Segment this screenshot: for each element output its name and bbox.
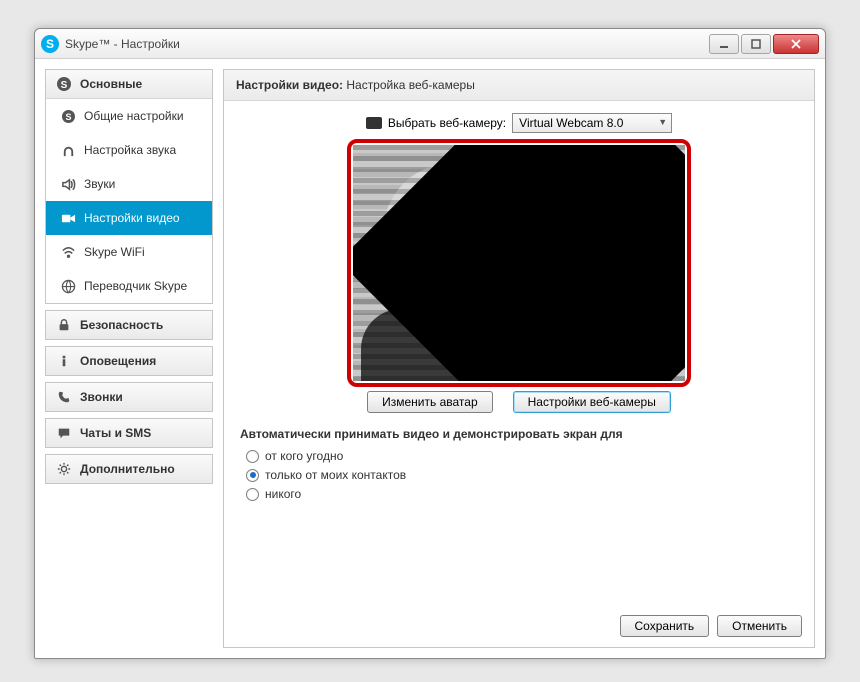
preview-buttons: Изменить аватар Настройки веб-камеры <box>240 391 798 413</box>
radio-contacts-only[interactable]: только от моих контактов <box>246 468 798 482</box>
radio-label: только от моих контактов <box>265 468 406 482</box>
gear-icon <box>56 461 72 477</box>
category-label: Безопасность <box>80 318 163 332</box>
speaker-icon <box>60 176 76 192</box>
minimize-button[interactable] <box>709 34 739 54</box>
change-avatar-button[interactable]: Изменить аватар <box>367 391 493 413</box>
radio-nobody[interactable]: никого <box>246 487 798 501</box>
sidebar: S Основные S Общие настройки Настройка з… <box>45 69 213 648</box>
auto-accept-label: Автоматически принимать видео и демонстр… <box>240 427 798 441</box>
sidebar-item-label: Skype WiFi <box>84 245 145 259</box>
headset-icon <box>60 142 76 158</box>
category-main-label: Основные <box>80 77 142 91</box>
svg-text:S: S <box>61 80 68 91</box>
skype-icon: S <box>56 76 72 92</box>
category-notifications-header[interactable]: Оповещения <box>46 347 212 375</box>
webcam-select[interactable]: Virtual Webcam 8.0 <box>512 113 672 133</box>
settings-window: S Skype™ - Настройки S Основные <box>34 28 826 659</box>
radio-anyone[interactable]: от кого угодно <box>246 449 798 463</box>
main-panel: Настройки видео: Настройка веб-камеры Вы… <box>223 69 815 648</box>
close-icon <box>791 39 801 49</box>
category-security: Безопасность <box>45 310 213 340</box>
category-advanced: Дополнительно <box>45 454 213 484</box>
info-icon <box>56 353 72 369</box>
sidebar-item-label: Переводчик Skype <box>84 279 187 293</box>
radio-icon <box>246 450 259 463</box>
webcam-preview <box>353 145 685 381</box>
skype-icon: S <box>41 35 59 53</box>
category-notifications: Оповещения <box>45 346 213 376</box>
svg-text:S: S <box>65 112 71 122</box>
webcam-select-value: Virtual Webcam 8.0 <box>519 116 623 130</box>
category-chats-header[interactable]: Чаты и SMS <box>46 419 212 447</box>
chat-icon <box>56 425 72 441</box>
category-label: Дополнительно <box>80 462 175 476</box>
camera-icon <box>60 210 76 226</box>
category-calls-header[interactable]: Звонки <box>46 383 212 411</box>
category-label: Чаты и SMS <box>80 426 151 440</box>
section-header: Настройки видео: Настройка веб-камеры <box>224 70 814 101</box>
save-button[interactable]: Сохранить <box>620 615 710 637</box>
webcam-preview-highlight <box>347 139 691 387</box>
footer-buttons: Сохранить Отменить <box>224 605 814 647</box>
webcam-select-row: Выбрать веб-камеру: Virtual Webcam 8.0 <box>240 113 798 133</box>
select-webcam-label: Выбрать веб-камеру: <box>388 116 506 130</box>
minimize-icon <box>719 39 729 49</box>
category-calls: Звонки <box>45 382 213 412</box>
wifi-icon <box>60 244 76 260</box>
category-chats: Чаты и SMS <box>45 418 213 448</box>
titlebar[interactable]: S Skype™ - Настройки <box>35 29 825 59</box>
sidebar-item-label: Общие настройки <box>84 109 184 123</box>
cancel-button[interactable]: Отменить <box>717 615 802 637</box>
category-label: Звонки <box>80 390 123 404</box>
camera-icon <box>366 117 382 129</box>
radio-icon <box>246 469 259 482</box>
category-advanced-header[interactable]: Дополнительно <box>46 455 212 483</box>
radio-label: никого <box>265 487 301 501</box>
sidebar-item-label: Настройки видео <box>84 211 180 225</box>
category-label: Оповещения <box>80 354 156 368</box>
section-title-bold: Настройки видео: <box>236 78 343 92</box>
radio-label: от кого угодно <box>265 449 343 463</box>
section-title-rest: Настройка веб-камеры <box>343 78 475 92</box>
sidebar-item-label: Настройка звука <box>84 143 176 157</box>
sidebar-item-sounds[interactable]: Звуки <box>46 167 212 201</box>
sidebar-item-audio[interactable]: Настройка звука <box>46 133 212 167</box>
radio-icon <box>246 488 259 501</box>
maximize-button[interactable] <box>741 34 771 54</box>
category-main-header[interactable]: S Основные <box>46 70 212 99</box>
phone-icon <box>56 389 72 405</box>
globe-icon <box>60 278 76 294</box>
maximize-icon <box>751 39 761 49</box>
close-button[interactable] <box>773 34 819 54</box>
window-title: Skype™ - Настройки <box>65 37 180 51</box>
sidebar-item-translator[interactable]: Переводчик Skype <box>46 269 212 303</box>
sidebar-item-wifi[interactable]: Skype WiFi <box>46 235 212 269</box>
sidebar-item-general[interactable]: S Общие настройки <box>46 99 212 133</box>
category-main: S Основные S Общие настройки Настройка з… <box>45 69 213 304</box>
content-area: S Основные S Общие настройки Настройка з… <box>35 59 825 658</box>
sidebar-item-label: Звуки <box>84 177 115 191</box>
category-security-header[interactable]: Безопасность <box>46 311 212 339</box>
lock-icon <box>56 317 72 333</box>
skype-icon: S <box>60 108 76 124</box>
window-controls <box>709 34 819 54</box>
sidebar-item-video[interactable]: Настройки видео <box>46 201 212 235</box>
webcam-settings-button[interactable]: Настройки веб-камеры <box>513 391 671 413</box>
